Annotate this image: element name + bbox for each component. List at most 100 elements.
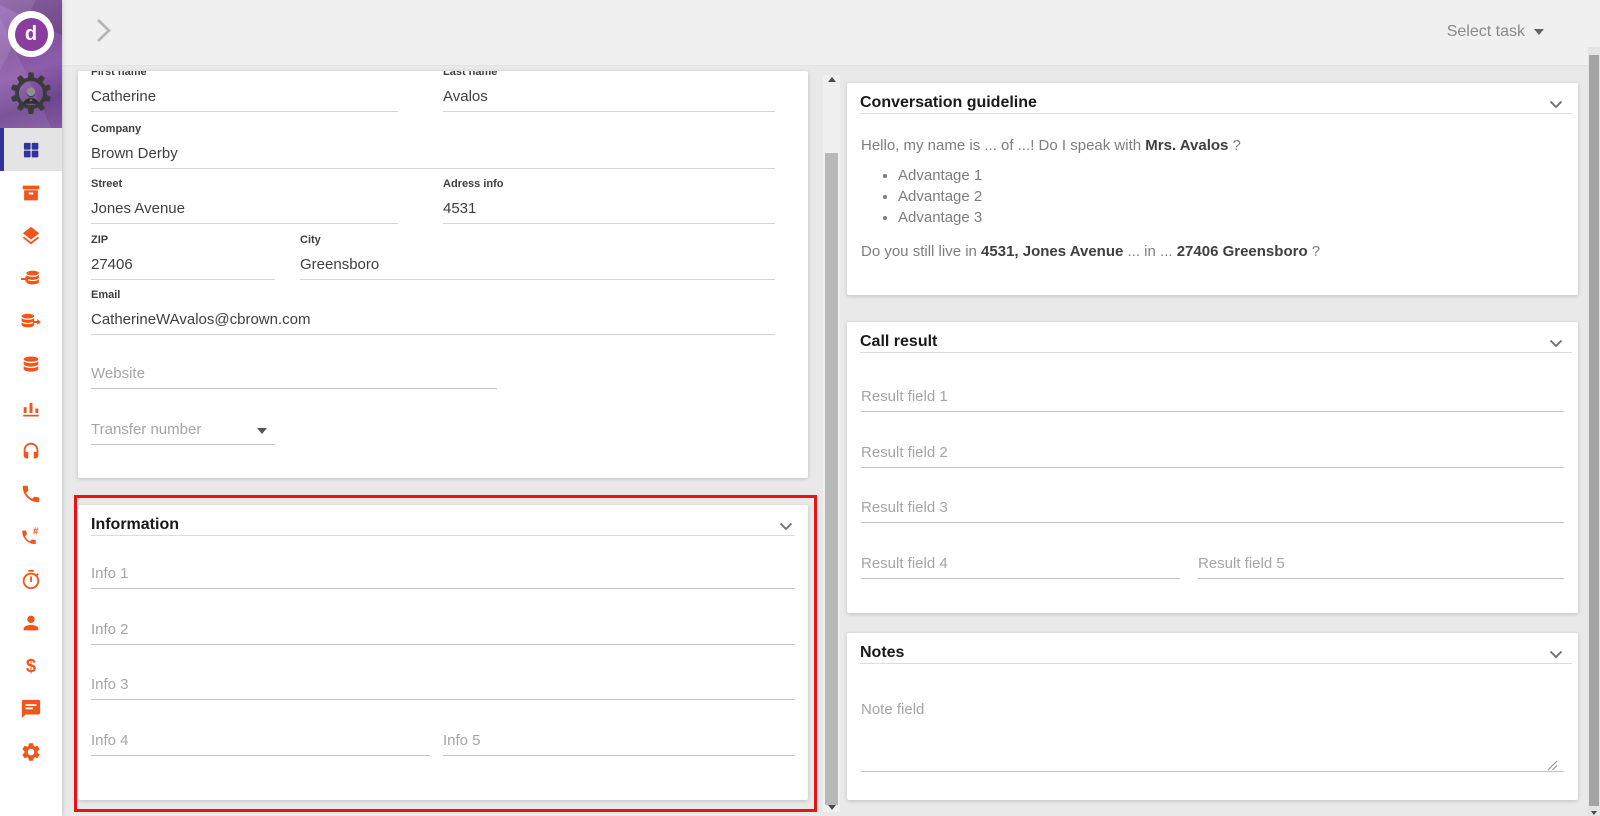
layers-icon xyxy=(22,226,40,244)
notes-title: Notes xyxy=(860,644,905,661)
notes-header: Notes xyxy=(847,633,1578,663)
dollar-icon: $ xyxy=(26,655,36,676)
company-input[interactable] xyxy=(91,143,775,169)
sidebar-item-phone[interactable] xyxy=(0,472,62,515)
sidebar-item-statistics[interactable] xyxy=(0,386,62,429)
call-result-card: Call result xyxy=(847,322,1578,613)
divider xyxy=(860,352,1572,353)
user-avatar[interactable]: ⚙ xyxy=(2,64,60,124)
sidebar-item-layers[interactable] xyxy=(0,214,62,257)
svg-text:$: $ xyxy=(26,655,36,676)
divider xyxy=(91,535,795,536)
archive-box-icon xyxy=(22,185,40,200)
notes-card: Notes xyxy=(847,633,1578,800)
result-field-2-input[interactable] xyxy=(861,442,1564,468)
resize-handle-icon[interactable] xyxy=(1546,758,1558,776)
dashboard-grid-icon xyxy=(23,142,39,157)
call-result-title: Call result xyxy=(860,333,938,350)
sidebar-item-headset[interactable] xyxy=(0,429,62,472)
collapse-information-button[interactable] xyxy=(779,518,793,536)
main-content: First name Last name Company Street Adre… xyxy=(62,65,1600,816)
page-scrollbar[interactable] xyxy=(1588,47,1600,816)
sidebar-item-dashboard[interactable] xyxy=(0,128,62,171)
information-header: Information xyxy=(78,505,808,535)
contact-salutation: Mrs. Avalos xyxy=(1145,137,1229,154)
conversation-header: Conversation guideline xyxy=(847,83,1578,113)
result-field-3-input[interactable] xyxy=(861,497,1564,523)
advantage-item: Advantage 2 xyxy=(898,186,1562,207)
chevron-down-icon xyxy=(1549,339,1563,348)
advantages-list: Advantage 1 Advantage 2 Advantage 3 xyxy=(861,165,1562,228)
company-label: Company xyxy=(91,123,142,135)
person-icon xyxy=(23,615,39,630)
sidebar-item-chat[interactable] xyxy=(0,687,62,730)
info-1-input[interactable] xyxy=(91,563,795,589)
scroll-up-arrow-icon[interactable] xyxy=(827,77,836,82)
sidebar-item-timer[interactable] xyxy=(0,558,62,601)
scroll-down-arrow-icon[interactable] xyxy=(827,805,836,810)
result-field-4-input[interactable] xyxy=(861,553,1180,579)
address-info-label: Adress info xyxy=(443,178,504,190)
note-field-textarea[interactable] xyxy=(861,691,1564,772)
zip-label: ZIP xyxy=(91,234,109,246)
city-input[interactable] xyxy=(300,254,775,280)
chat-icon xyxy=(21,699,41,718)
sidebar-item-database[interactable] xyxy=(0,343,62,386)
scroll-down-arrow-icon[interactable] xyxy=(1591,811,1597,815)
information-card: Information xyxy=(78,505,808,800)
database-import-icon xyxy=(21,270,39,284)
avatar-person-icon xyxy=(22,87,40,104)
information-title: Information xyxy=(91,516,179,533)
app-logo[interactable]: d xyxy=(8,11,54,57)
info-2-input[interactable] xyxy=(91,619,795,645)
info-5-input[interactable] xyxy=(443,730,795,756)
info-3-input[interactable] xyxy=(91,674,795,700)
last-name-label: Last name xyxy=(443,71,498,78)
page-scrollbar-thumb[interactable] xyxy=(1589,55,1599,806)
collapse-conversation-button[interactable] xyxy=(1549,96,1563,114)
sidebar-nav: # $ xyxy=(0,128,62,773)
task-selector[interactable]: Select task xyxy=(1447,0,1544,64)
website-input[interactable] xyxy=(91,363,497,389)
sidebar-item-contact[interactable] xyxy=(0,601,62,644)
email-label: Email xyxy=(91,289,121,301)
sidebar-item-data-import[interactable] xyxy=(0,257,62,300)
scrollbar-thumb[interactable] xyxy=(825,153,838,805)
sidebar-item-data-export[interactable] xyxy=(0,300,62,343)
sidebar-item-billing[interactable]: $ xyxy=(0,644,62,687)
conversation-title: Conversation guideline xyxy=(860,94,1037,111)
first-name-label: First name xyxy=(91,71,147,78)
phone-dialpad-icon: # xyxy=(22,526,39,544)
result-field-5-input[interactable] xyxy=(1198,553,1564,579)
sidebar: d ⚙ xyxy=(0,0,62,816)
contact-form-card: First name Last name Company Street Adre… xyxy=(78,71,808,478)
chevron-right-icon xyxy=(97,19,111,42)
sidebar-item-settings[interactable] xyxy=(0,730,62,773)
database-icon xyxy=(23,355,39,372)
street-input[interactable] xyxy=(91,198,398,224)
first-name-input[interactable] xyxy=(91,86,398,112)
contact-city: 27406 Greensboro xyxy=(1176,243,1308,260)
app-logo-letter: d xyxy=(14,17,48,51)
phone-icon xyxy=(22,485,40,502)
left-column-scrollbar[interactable] xyxy=(823,75,840,812)
chevron-down-icon xyxy=(779,522,793,531)
advantage-item: Advantage 3 xyxy=(898,207,1562,228)
chevron-down-icon xyxy=(1549,650,1563,659)
email-input[interactable] xyxy=(91,309,775,335)
collapse-sidebar-button[interactable] xyxy=(90,16,116,46)
sidebar-item-archive[interactable] xyxy=(0,171,62,214)
topbar: Select task xyxy=(62,0,1600,66)
sidebar-item-dialpad-call[interactable]: # xyxy=(0,515,62,558)
transfer-number-select[interactable] xyxy=(91,419,275,445)
conversation-guideline-card: Conversation guideline Hello, my name is… xyxy=(847,83,1578,295)
address-info-input[interactable] xyxy=(443,198,775,224)
collapse-notes-button[interactable] xyxy=(1549,646,1563,664)
zip-input[interactable] xyxy=(91,254,275,280)
city-label: City xyxy=(300,234,321,246)
last-name-input[interactable] xyxy=(443,86,775,112)
result-field-1-input[interactable] xyxy=(861,386,1564,412)
collapse-call-result-button[interactable] xyxy=(1549,335,1563,353)
task-selector-label: Select task xyxy=(1446,23,1525,40)
info-4-input[interactable] xyxy=(91,730,430,756)
